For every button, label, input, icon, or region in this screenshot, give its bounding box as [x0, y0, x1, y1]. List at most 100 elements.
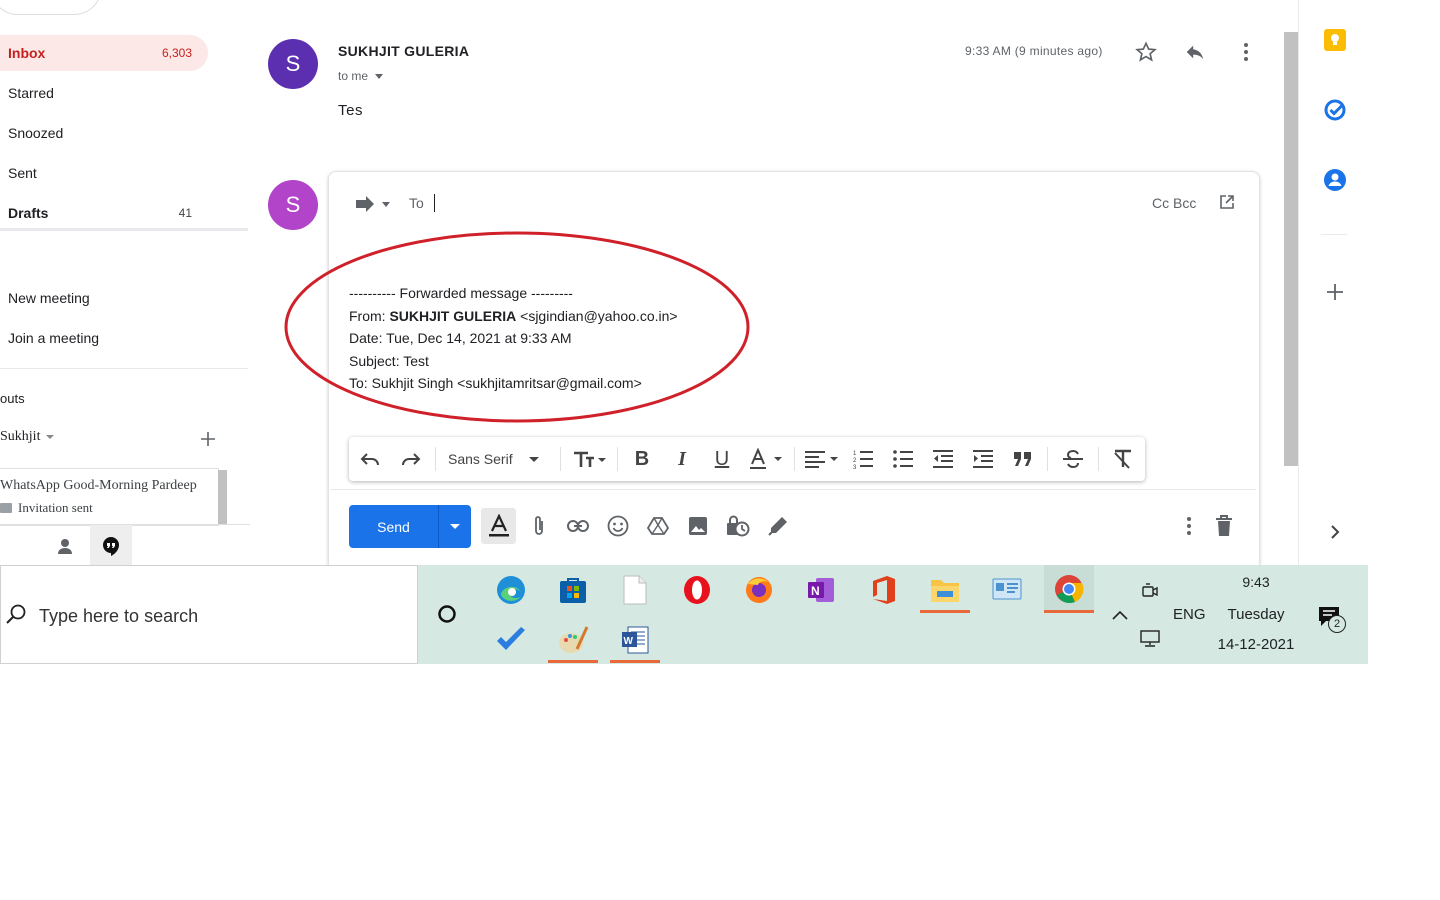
- google-drive-icon[interactable]: [644, 512, 672, 540]
- nav-snoozed[interactable]: Snoozed: [0, 115, 208, 151]
- file-explorer-icon[interactable]: [920, 567, 970, 613]
- firefox-icon[interactable]: [734, 567, 784, 613]
- edge-icon[interactable]: [486, 567, 536, 613]
- to-field-label: To: [409, 195, 424, 211]
- meet-now-icon[interactable]: [1138, 579, 1162, 603]
- control-panel-icon[interactable]: [982, 567, 1032, 613]
- clock-time[interactable]: 9:43: [1216, 574, 1296, 590]
- undo-icon[interactable]: [349, 437, 391, 481]
- office-icon[interactable]: [858, 567, 908, 613]
- windows-search-box[interactable]: Type here to search: [0, 565, 418, 664]
- svg-text:3: 3: [853, 465, 857, 469]
- add-hangout-icon[interactable]: [198, 429, 218, 449]
- send-options-icon[interactable]: [439, 505, 471, 548]
- keep-icon[interactable]: [1321, 26, 1349, 54]
- numbered-list-icon[interactable]: 123: [843, 437, 883, 481]
- reply-icon[interactable]: [1181, 38, 1209, 66]
- indent-less-icon[interactable]: [923, 437, 963, 481]
- sender-avatar[interactable]: S: [268, 39, 318, 89]
- mail-icon: [0, 503, 12, 513]
- response-type-menu[interactable]: [348, 191, 396, 217]
- tasks-icon[interactable]: [1321, 96, 1349, 124]
- font-family-value: Sans Serif: [448, 451, 513, 467]
- confidential-mode-icon[interactable]: [724, 512, 752, 540]
- font-family-select[interactable]: Sans Serif: [440, 437, 556, 481]
- align-icon[interactable]: [799, 437, 843, 481]
- bold-icon[interactable]: B: [622, 437, 662, 481]
- compose-divider: [330, 489, 1256, 490]
- blank-document-icon[interactable]: [610, 567, 660, 613]
- quote-icon[interactable]: [1003, 437, 1043, 481]
- meet-join-meeting-label: Join a meeting: [8, 330, 100, 346]
- font-size-icon[interactable]: [565, 437, 613, 481]
- cortana-icon[interactable]: [434, 601, 460, 627]
- italic-icon[interactable]: I: [662, 437, 702, 481]
- star-icon[interactable]: [1132, 38, 1160, 66]
- contacts-icon[interactable]: [1321, 166, 1349, 194]
- hangouts-scrollbar[interactable]: [218, 470, 227, 524]
- onenote-icon[interactable]: N: [796, 567, 846, 613]
- meet-join-meeting[interactable]: Join a meeting: [0, 320, 208, 356]
- hangout-conversation[interactable]: WhatsApp Good-Morning Pardeep Invitation…: [0, 468, 219, 526]
- hangouts-heading: outs: [0, 391, 25, 406]
- nav-drafts[interactable]: Drafts 41: [0, 195, 208, 231]
- paint-icon[interactable]: [548, 617, 598, 663]
- word-icon[interactable]: W: [610, 617, 660, 663]
- formatting-options-icon[interactable]: [481, 508, 516, 544]
- text-color-icon[interactable]: [742, 437, 790, 481]
- insert-link-icon[interactable]: [564, 512, 592, 540]
- contacts-tab-icon[interactable]: [45, 525, 85, 566]
- more-options-icon[interactable]: [1232, 38, 1260, 66]
- notifications-icon[interactable]: 2: [1314, 601, 1346, 633]
- cc-bcc-link[interactable]: Cc Bcc: [1152, 195, 1196, 211]
- clock-day[interactable]: Tuesday: [1216, 606, 1296, 623]
- hangouts-user-name: Sukhjit: [0, 429, 41, 444]
- network-icon[interactable]: [1138, 627, 1162, 651]
- opera-icon[interactable]: [672, 567, 722, 613]
- underline-icon[interactable]: U: [702, 437, 742, 481]
- microsoft-store-icon[interactable]: [548, 567, 598, 613]
- nav-inbox[interactable]: Inbox 6,303: [0, 35, 208, 71]
- hangouts-tab-icon[interactable]: [90, 525, 132, 566]
- meet-new-meeting-label: New meeting: [8, 290, 90, 306]
- emoji-icon[interactable]: [604, 512, 632, 540]
- remove-formatting-icon[interactable]: [1103, 437, 1143, 481]
- recipient-details[interactable]: to me: [338, 69, 384, 83]
- indent-more-icon[interactable]: [963, 437, 1003, 481]
- show-hidden-icons[interactable]: [1108, 603, 1132, 627]
- get-add-ons-icon[interactable]: [1323, 280, 1347, 304]
- redo-icon[interactable]: [391, 437, 431, 481]
- send-button[interactable]: Send: [349, 505, 471, 548]
- left-navigation: Inbox 6,303 Starred Snoozed Sent Drafts …: [0, 0, 250, 566]
- chevron-down-icon: [528, 456, 539, 462]
- signature-icon[interactable]: [764, 512, 792, 540]
- main-scrollbar[interactable]: [1284, 32, 1298, 466]
- todo-checkmark-icon[interactable]: [486, 617, 536, 663]
- chrome-icon[interactable]: [1044, 565, 1094, 613]
- attach-file-icon[interactable]: [526, 512, 552, 540]
- insert-photo-icon[interactable]: [684, 512, 712, 540]
- pop-out-icon[interactable]: [1217, 192, 1237, 212]
- formatting-toolbar: Sans Serif B I U 123: [349, 437, 1145, 481]
- more-options-icon[interactable]: [1177, 512, 1201, 540]
- nav-sent[interactable]: Sent: [0, 155, 208, 191]
- compose-button-edge[interactable]: [0, 0, 102, 15]
- strikethrough-icon[interactable]: [1052, 437, 1094, 481]
- sender-name[interactable]: SUKHJIT GULERIA: [338, 43, 469, 59]
- search-icon: [6, 604, 26, 624]
- hangouts-tabs: [0, 524, 250, 566]
- to-field-input[interactable]: [434, 194, 435, 212]
- chevron-down-icon: [382, 201, 390, 207]
- language-indicator[interactable]: ENG: [1173, 606, 1206, 623]
- hangouts-user-menu[interactable]: Sukhjit: [0, 429, 55, 445]
- nav-starred[interactable]: Starred: [0, 75, 208, 111]
- bulleted-list-icon[interactable]: [883, 437, 923, 481]
- expand-panel-icon[interactable]: [1323, 520, 1347, 544]
- meet-new-meeting[interactable]: New meeting: [0, 280, 208, 316]
- forward-arrow-icon: [356, 196, 374, 212]
- svg-text:2: 2: [853, 458, 857, 464]
- discard-draft-icon[interactable]: [1210, 512, 1238, 540]
- taskbar: N W ENG 9:43 Tuesday 14-12-2021 2: [418, 565, 1368, 664]
- svg-text:1: 1: [853, 451, 857, 457]
- clock-date[interactable]: 14-12-2021: [1210, 636, 1302, 653]
